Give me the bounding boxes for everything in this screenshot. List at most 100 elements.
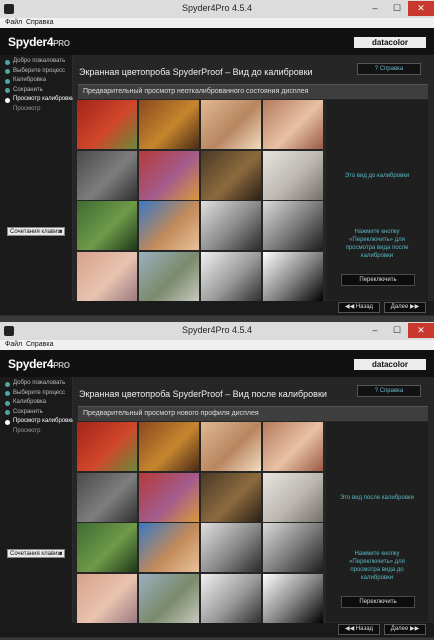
main-panel: Экранная цветопроба SpyderProof – Вид по… <box>73 377 434 630</box>
maximize-icon[interactable]: ☐ <box>386 323 408 338</box>
logo-main: Spyder4 <box>8 35 54 49</box>
menu-help[interactable]: Справка <box>26 19 53 26</box>
datacolor-logo: datacolor <box>354 37 426 48</box>
proof-side-panel: Это вид после калибровки Нажмите кнопку … <box>326 422 428 622</box>
step-label: Калибровка <box>13 399 47 405</box>
yarn-spools-photo <box>139 150 199 200</box>
spice-bowls-photo <box>139 422 199 471</box>
spyder-window-after: Spyder4Pro 4.5.4 – ☐ ✕ Файл Справка Spyd… <box>0 322 434 638</box>
menu-bar: Файл Справка <box>0 340 434 350</box>
adobe-church-photo <box>139 201 199 250</box>
step-dot-icon <box>5 88 10 93</box>
logo-suffix: PRO <box>53 361 70 370</box>
close-icon[interactable]: ✕ <box>408 323 434 338</box>
page-title: Экранная цветопроба SpyderProof – Вид до… <box>79 67 313 77</box>
red-peppers-photo <box>77 422 137 471</box>
sunset-sky-photo <box>77 573 137 623</box>
step-label: Сохранить <box>13 86 43 93</box>
chevron-down-icon: ▼ <box>58 551 63 557</box>
color-checker-photo <box>77 150 137 200</box>
proof-side-panel: Это вид до калибровки Нажмите кнопку «Пе… <box>326 100 428 300</box>
preview-subheader: Предварительный просмотр нового профиля … <box>78 406 428 421</box>
minimize-icon[interactable]: – <box>364 323 386 338</box>
step-label: Просмотр калибровки <box>13 418 75 424</box>
logo-suffix: PRO <box>53 39 70 48</box>
next-button[interactable]: Далее ▶▶ <box>384 302 426 313</box>
girl-portrait-photo <box>263 422 323 471</box>
bride-dress-photo <box>263 150 323 200</box>
view-state-label: Это вид после калибровки <box>339 495 414 501</box>
step-label: Выберите процесс <box>13 389 66 396</box>
datacolor-logo: datacolor <box>354 359 426 370</box>
sunset-sky-photo <box>77 251 137 301</box>
bride-dress-photo <box>263 472 323 522</box>
preview-subheader: Предварительный просмотр неоткалиброванн… <box>78 84 428 99</box>
spiral-staircase-photo <box>263 523 323 572</box>
step-dot-icon <box>5 97 10 103</box>
menu-file[interactable]: Файл <box>5 19 22 26</box>
menu-bar: Файл Справка <box>0 18 434 28</box>
app-header: Spyder4PRO datacolor <box>0 350 434 378</box>
subheader-text: Предварительный просмотр нового профиля … <box>83 410 259 417</box>
step-label: Добро пожаловать <box>13 380 66 386</box>
menu-file[interactable]: Файл <box>5 341 22 348</box>
back-button[interactable]: ◀◀ Назад <box>338 302 380 313</box>
proof-image-grid <box>77 100 323 301</box>
subheader-text: Предварительный просмотр неоткалиброванн… <box>83 88 309 95</box>
next-button[interactable]: Далее ▶▶ <box>384 624 426 635</box>
sidebar <box>0 55 72 308</box>
step-dot-icon <box>5 59 10 65</box>
garden-topiary-photo <box>77 201 137 250</box>
bw-gradient-photo <box>263 251 323 301</box>
step-dot-icon <box>5 381 10 387</box>
back-button[interactable]: ◀◀ Назад <box>338 624 380 635</box>
logo-main: Spyder4 <box>8 357 54 371</box>
maximize-icon[interactable]: ☐ <box>386 1 408 16</box>
bw-portrait-photo <box>201 523 261 572</box>
main-panel: Экранная цветопроба SpyderProof – Вид до… <box>73 55 434 308</box>
view-state-label: Это вид до калибровки <box>344 173 410 179</box>
shortcuts-value: Сочетания клавиш <box>10 551 63 557</box>
step-dot-icon <box>5 410 10 415</box>
blonde-woman-photo <box>201 100 261 149</box>
step-label: Сохранить <box>13 408 43 415</box>
color-checker-photo <box>77 472 137 522</box>
help-button[interactable]: ? Справка <box>357 385 421 397</box>
step-dot-icon <box>5 429 10 434</box>
spyder-logo: Spyder4PRO <box>8 35 70 49</box>
shortcuts-select[interactable]: Сочетания клавиш ▼ <box>7 227 65 236</box>
yarn-spools-photo <box>139 472 199 522</box>
spice-bowls-photo <box>139 100 199 149</box>
step-dot-icon <box>5 419 10 425</box>
mountain-valley-photo <box>139 573 199 623</box>
switch-button[interactable]: Переключить <box>341 274 415 286</box>
bw-skull-photo <box>201 251 261 301</box>
spiral-staircase-photo <box>263 201 323 250</box>
shortcuts-value: Сочетания клавиш <box>10 229 63 235</box>
spyder-logo: Spyder4PRO <box>8 357 70 371</box>
girl-portrait-photo <box>263 100 323 149</box>
menu-help[interactable]: Справка <box>26 341 53 348</box>
spyder-window-before: Spyder4Pro 4.5.4 – ☐ ✕ Файл Справка Spyd… <box>0 0 434 316</box>
red-peppers-photo <box>77 100 137 149</box>
proof-image-grid <box>77 422 323 623</box>
shortcuts-select[interactable]: Сочетания клавиш ▼ <box>7 549 65 558</box>
step-label: Выберите процесс <box>13 67 66 74</box>
step-label: Просмотр <box>13 105 41 112</box>
switch-button[interactable]: Переключить <box>341 596 415 608</box>
switch-hint: Нажмите кнопку «Переключить» для просмот… <box>349 551 405 581</box>
close-icon[interactable]: ✕ <box>408 1 434 16</box>
step-label: Просмотр <box>13 427 41 434</box>
violinist-photo <box>201 150 261 200</box>
sidebar <box>0 377 72 630</box>
minimize-icon[interactable]: – <box>364 1 386 16</box>
step-dot-icon <box>5 78 10 84</box>
page-title: Экранная цветопроба SpyderProof – Вид по… <box>79 389 327 399</box>
garden-topiary-photo <box>77 523 137 572</box>
help-button[interactable]: ? Справка <box>357 63 421 75</box>
switch-hint: Нажмите кнопку «Переключить» для просмот… <box>345 229 409 259</box>
adobe-church-photo <box>139 523 199 572</box>
bw-gradient-photo <box>263 573 323 623</box>
bw-portrait-photo <box>201 201 261 250</box>
violinist-photo <box>201 472 261 522</box>
